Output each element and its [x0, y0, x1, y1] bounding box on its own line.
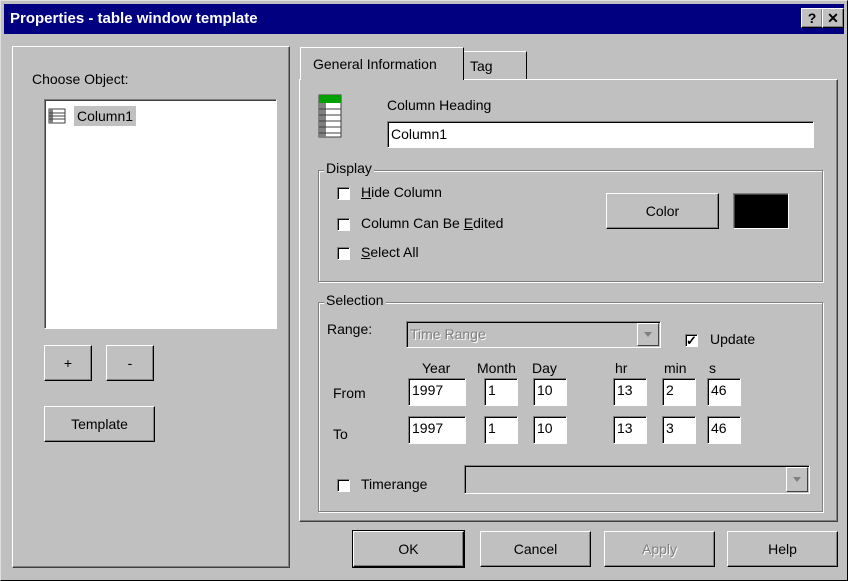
- chevron-down-icon[interactable]: [786, 467, 808, 492]
- remove-button[interactable]: -: [106, 345, 154, 381]
- help-title-button[interactable]: ?: [801, 8, 823, 28]
- year-header: Year: [422, 360, 451, 376]
- properties-dialog: Properties - table window template ? ✕ C…: [0, 0, 848, 581]
- tab-tag[interactable]: Tag: [463, 51, 527, 80]
- cancel-button[interactable]: Cancel: [480, 531, 591, 567]
- to-year-input[interactable]: 1997: [408, 416, 466, 444]
- from-min-input[interactable]: 2: [662, 378, 696, 406]
- select-all-checkbox[interactable]: [337, 247, 350, 260]
- object-panel: Choose Object: Column1 + - Template: [12, 46, 290, 568]
- from-label: From: [333, 385, 366, 401]
- color-button[interactable]: Color: [606, 193, 719, 229]
- range-select-value: Time Range: [410, 326, 486, 342]
- range-select[interactable]: Time Range: [406, 321, 661, 348]
- column-icon: [48, 108, 66, 124]
- help-button[interactable]: Help: [727, 531, 838, 567]
- object-list[interactable]: Column1: [44, 99, 277, 329]
- update-checkbox[interactable]: ✓: [685, 334, 698, 347]
- s-header: s: [709, 360, 716, 376]
- column-heading-input[interactable]: Column1: [387, 121, 814, 148]
- close-title-button[interactable]: ✕: [822, 8, 844, 28]
- tab-general-information[interactable]: General Information: [300, 47, 464, 80]
- hr-header: hr: [615, 360, 628, 376]
- display-group-label: Display: [324, 160, 374, 176]
- choose-object-label: Choose Object:: [32, 71, 129, 87]
- apply-button[interactable]: Apply: [604, 531, 715, 567]
- ok-button[interactable]: OK: [352, 530, 465, 568]
- from-s-input[interactable]: 46: [707, 378, 741, 406]
- range-label: Range:: [327, 321, 373, 337]
- hide-column-label[interactable]: Hide Column: [361, 184, 442, 200]
- object-item-label: Column1: [74, 106, 137, 126]
- from-day-input[interactable]: 10: [533, 378, 567, 406]
- day-header: Day: [532, 360, 557, 376]
- window-title: Properties - table window template: [10, 10, 258, 27]
- general-tab-page: Column Heading Column1 Display Hide Colu…: [299, 79, 838, 522]
- timerange-checkbox[interactable]: [337, 479, 350, 492]
- select-all-label[interactable]: Select All: [361, 244, 419, 260]
- hide-column-checkbox[interactable]: [337, 187, 350, 200]
- to-label: To: [333, 426, 348, 442]
- from-hr-input[interactable]: 13: [613, 378, 647, 406]
- column-editable-checkbox[interactable]: [337, 218, 350, 231]
- column-heading-label: Column Heading: [387, 97, 492, 113]
- chevron-down-icon[interactable]: [637, 323, 659, 346]
- add-button[interactable]: +: [44, 345, 92, 381]
- title-bar[interactable]: Properties - table window template ? ✕: [4, 4, 844, 34]
- to-min-input[interactable]: 3: [662, 416, 696, 444]
- min-header: min: [664, 360, 687, 376]
- timerange-label[interactable]: Timerange: [361, 476, 427, 492]
- to-s-input[interactable]: 46: [707, 416, 741, 444]
- tab-tag-label: Tag: [470, 58, 493, 74]
- to-day-input[interactable]: 10: [533, 416, 567, 444]
- from-month-input[interactable]: 1: [484, 378, 518, 406]
- to-hr-input[interactable]: 13: [613, 416, 647, 444]
- color-swatch[interactable]: [733, 193, 789, 229]
- column-editable-label[interactable]: Column Can Be Edited: [361, 215, 503, 231]
- selection-group-label: Selection: [324, 292, 386, 308]
- update-label[interactable]: Update: [710, 331, 755, 347]
- column-heading-icon: [316, 94, 346, 138]
- tab-general-label: General Information: [313, 56, 437, 72]
- month-header: Month: [477, 360, 516, 376]
- template-button[interactable]: Template: [44, 406, 155, 442]
- timerange-select[interactable]: [464, 465, 810, 494]
- from-year-input[interactable]: 1997: [408, 378, 466, 406]
- to-month-input[interactable]: 1: [484, 416, 518, 444]
